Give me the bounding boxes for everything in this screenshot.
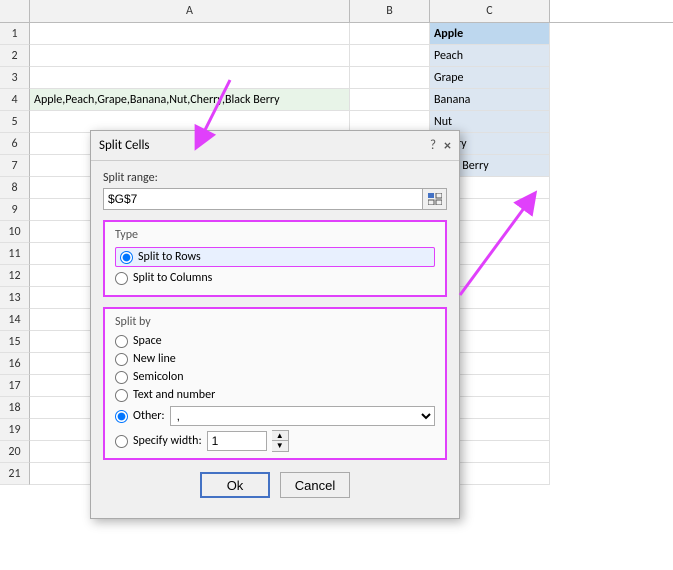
row-1: 1	[0, 23, 30, 45]
row-20: 20	[0, 441, 30, 463]
row-15: 15	[0, 331, 30, 353]
semicolon-row: Semicolon	[115, 370, 435, 384]
cell-b3[interactable]	[350, 67, 430, 89]
split-to-columns-label: Split to Columns	[133, 271, 212, 285]
cell-a2[interactable]	[30, 45, 350, 67]
split-to-rows-label: Split to Rows	[138, 250, 201, 264]
dialog-buttons: Ok Cancel	[103, 472, 447, 508]
semicolon-label: Semicolon	[133, 370, 184, 384]
newline-row: New line	[115, 352, 435, 366]
dialog-body: Split range: Type Split to	[91, 161, 459, 518]
row-5: 5	[0, 111, 30, 133]
text-number-radio[interactable]	[115, 389, 128, 402]
cell-c3[interactable]: Grape	[430, 67, 550, 89]
row-9: 9	[0, 199, 30, 221]
row-10: 10	[0, 221, 30, 243]
range-selector-button[interactable]	[423, 188, 447, 210]
row-2: 2	[0, 45, 30, 67]
split-by-section: Split by Space New line Semicolon Text a…	[103, 307, 447, 460]
split-to-rows-radio[interactable]	[120, 251, 133, 264]
semicolon-radio[interactable]	[115, 371, 128, 384]
text-number-row: Text and number	[115, 388, 435, 402]
split-to-rows-row: Split to Rows	[115, 247, 435, 267]
cancel-button[interactable]: Cancel	[280, 472, 350, 498]
split-by-label: Split by	[115, 315, 435, 329]
table-row: Grape	[30, 67, 550, 89]
spinner-down-button[interactable]: ▼	[272, 441, 288, 451]
dialog-title: Split Cells	[99, 138, 150, 153]
ok-button[interactable]: Ok	[200, 472, 270, 498]
other-row: Other: ,	[115, 406, 435, 426]
col-header-c: C	[430, 0, 550, 22]
row-numbers: 1 2 3 4 5 6 7 8 9 10 11 12 13 14 15 16 1…	[0, 23, 30, 485]
row-21: 21	[0, 463, 30, 485]
width-input[interactable]	[207, 431, 267, 451]
cell-b1[interactable]	[350, 23, 430, 45]
split-to-columns-radio[interactable]	[115, 272, 128, 285]
specify-width-radio[interactable]	[115, 435, 128, 448]
cell-b4[interactable]	[350, 89, 430, 111]
col-header-b: B	[350, 0, 430, 22]
text-number-label: Text and number	[133, 388, 215, 402]
cell-a1[interactable]	[30, 23, 350, 45]
row-4: 4	[0, 89, 30, 111]
cell-a4[interactable]: Apple,Peach,Grape,Banana,Nut,Cherry,Blac…	[30, 89, 350, 111]
cell-a3[interactable]	[30, 67, 350, 89]
cell-c4[interactable]: Banana	[430, 89, 550, 111]
split-to-columns-row: Split to Columns	[115, 271, 435, 285]
dialog-titlebar: Split Cells ? ×	[91, 131, 459, 161]
spreadsheet: A B C 1 2 3 4 5 6 7 8 9 10 11 12 13 14 1…	[0, 0, 673, 570]
row-8: 8	[0, 177, 30, 199]
row-12: 12	[0, 265, 30, 287]
newline-radio[interactable]	[115, 353, 128, 366]
type-label: Type	[115, 228, 435, 242]
help-button[interactable]: ?	[430, 138, 436, 153]
corner-cell	[0, 0, 30, 22]
table-row: Apple	[30, 23, 550, 45]
close-button[interactable]: ×	[444, 137, 451, 154]
cell-b2[interactable]	[350, 45, 430, 67]
col-header-a: A	[30, 0, 350, 22]
row-13: 13	[0, 287, 30, 309]
spinner-up-button[interactable]: ▲	[272, 431, 288, 441]
split-range-input[interactable]	[103, 188, 423, 210]
table-row: Apple,Peach,Grape,Banana,Nut,Cherry,Blac…	[30, 89, 550, 111]
row-3: 3	[0, 67, 30, 89]
col-headers: A B C	[0, 0, 673, 23]
spinner-buttons: ▲ ▼	[272, 430, 289, 452]
cell-c1[interactable]: Apple	[430, 23, 550, 45]
table-row: Peach	[30, 45, 550, 67]
newline-label: New line	[133, 352, 176, 366]
row-17: 17	[0, 375, 30, 397]
other-select[interactable]: ,	[170, 406, 435, 426]
row-18: 18	[0, 397, 30, 419]
row-19: 19	[0, 419, 30, 441]
split-range-row	[103, 188, 447, 210]
other-radio[interactable]	[115, 410, 128, 423]
row-7: 7	[0, 155, 30, 177]
row-11: 11	[0, 243, 30, 265]
cell-c2[interactable]: Peach	[430, 45, 550, 67]
row-6: 6	[0, 133, 30, 155]
specify-width-row: Specify width: ▲ ▼	[115, 430, 435, 452]
space-row: Space	[115, 334, 435, 348]
split-cells-dialog: Split Cells ? × Split range:	[90, 130, 460, 519]
type-section: Type Split to Rows Split to Columns	[103, 220, 447, 297]
row-16: 16	[0, 353, 30, 375]
specify-width-label: Specify width:	[133, 434, 202, 448]
split-range-label: Split range:	[103, 171, 447, 185]
other-label: Other:	[133, 409, 165, 423]
row-14: 14	[0, 309, 30, 331]
space-radio[interactable]	[115, 335, 128, 348]
space-label: Space	[133, 334, 162, 348]
dialog-controls: ? ×	[430, 137, 451, 154]
